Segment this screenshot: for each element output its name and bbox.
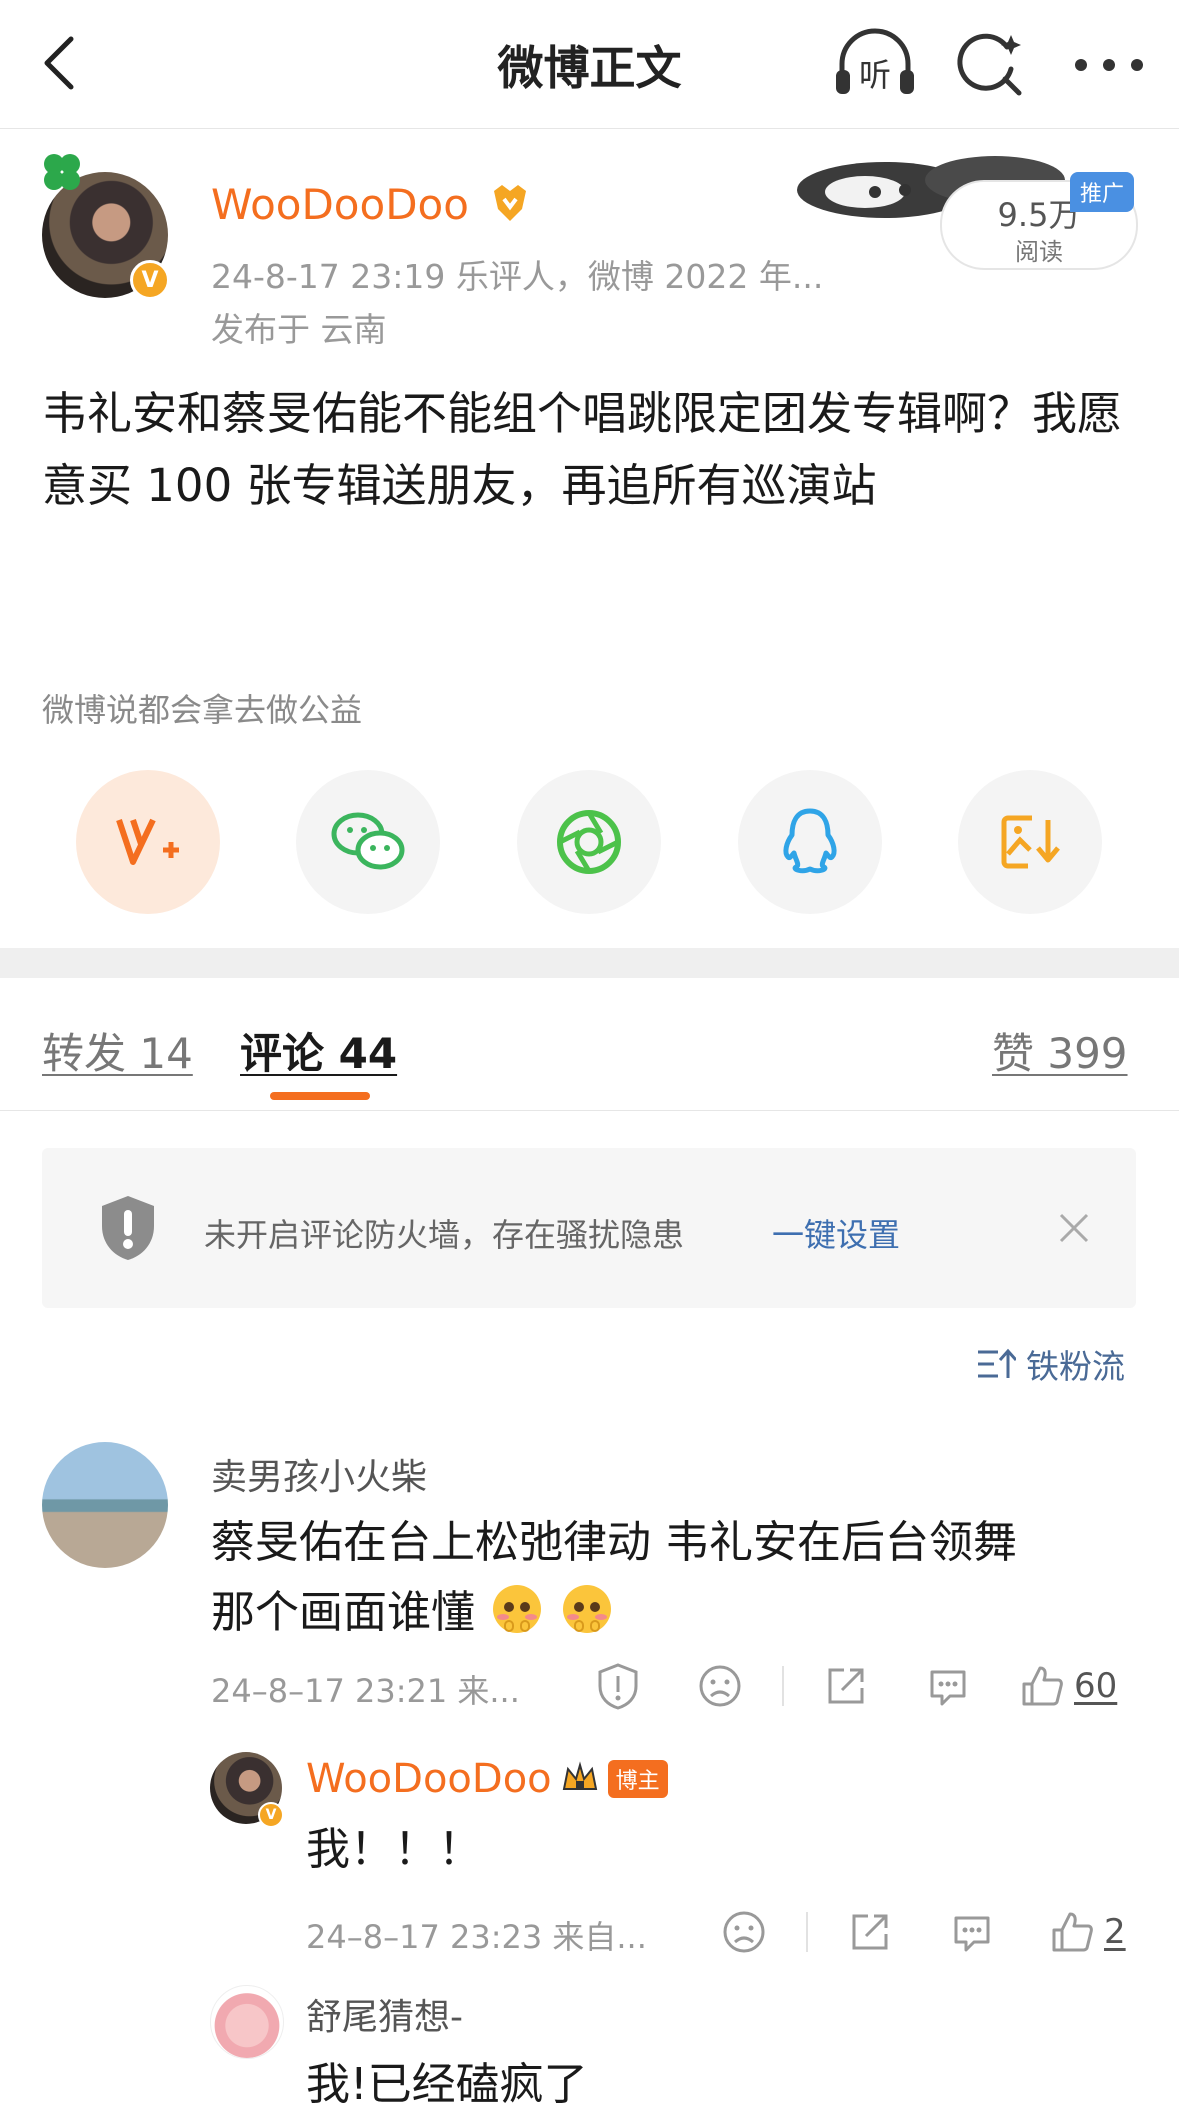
comment-text: 蔡旻佑在台上松弛律动 韦礼安在后台领舞 那个画面谁懂 [211, 1508, 1131, 1648]
like-count: 2 [1104, 1912, 1126, 1952]
close-icon[interactable] [1054, 1208, 1094, 1248]
vplus-icon [116, 818, 179, 865]
save-image-icon [1001, 815, 1060, 869]
reply-icon[interactable] [944, 1904, 1000, 1960]
tab-like-label: 赞 399 [992, 1029, 1128, 1078]
shy-face-emoji-icon [489, 1581, 545, 1637]
tab-repost[interactable]: 转发 14 [42, 1020, 193, 1081]
shield-icon [98, 1194, 158, 1262]
comment-time: 24–8–17 23:21 来... [211, 1672, 520, 1710]
reply-time: 24–8–17 23:23 来自... [306, 1918, 647, 1956]
dislike-face-icon[interactable] [692, 1658, 748, 1714]
tabs-divider [0, 1110, 1179, 1111]
reply-icon[interactable] [920, 1658, 976, 1714]
share-save-image[interactable] [958, 770, 1102, 914]
moments-icon [557, 810, 621, 874]
listen-label: 听 [859, 56, 891, 94]
blogger-tag: 博主 [607, 1760, 668, 1798]
clover-icon [40, 150, 84, 194]
dislike-face-icon[interactable] [716, 1904, 772, 1960]
notice-text: 未开启评论防火墙，存在骚扰隐患 [204, 1216, 685, 1254]
tab-comment[interactable]: 评论 44 [240, 1020, 397, 1081]
share-moments[interactable] [517, 770, 661, 914]
repost-icon[interactable] [842, 1904, 898, 1960]
thumb-up-icon [1052, 1912, 1093, 1952]
tab-repost-label: 转发 14 [42, 1029, 193, 1078]
repost-icon[interactable] [818, 1658, 874, 1714]
reply-author-name[interactable]: 舒尾猜想- [306, 1988, 463, 2040]
like-count: 60 [1074, 1666, 1118, 1706]
comment-text-line2: 那个画面谁懂 [211, 1587, 475, 1638]
post-content: 韦礼安和蔡旻佑能不能组个唱跳限定团发专辑啊？我愿意买 100 张专辑送朋友，再追… [42, 387, 1123, 512]
reply-author[interactable]: WooDooDoo 博主 [306, 1756, 668, 1802]
promo-badge[interactable]: 推广 [1070, 172, 1135, 212]
medal-icon [494, 185, 527, 221]
reply-text: 我！！！ [306, 1824, 482, 1875]
read-label: 阅读 [1015, 238, 1063, 266]
comment-text-line: 那个画面谁懂 [211, 1578, 1131, 1648]
post-meta: 24-8-17 23:19 乐评人，微博 2022 年... [211, 257, 824, 296]
author-name-text: WooDooDoo [211, 180, 469, 229]
report-icon[interactable] [590, 1658, 646, 1714]
crown-icon [562, 1761, 597, 1790]
wechat-icon [331, 812, 405, 870]
shy-face-emoji-icon [559, 1581, 615, 1637]
sort-toggle[interactable]: 铁粉流 [976, 1340, 1125, 1388]
commenter-name[interactable]: 卖男孩小火柴 [211, 1448, 427, 1500]
sort-icon [978, 1348, 1016, 1378]
notice-setup-link[interactable]: 一键设置 [772, 1210, 900, 1256]
share-qq[interactable] [738, 770, 882, 914]
reply-avatar[interactable] [210, 1985, 284, 2059]
share-row [0, 770, 1179, 914]
headphone-icon[interactable]: 听 [830, 22, 920, 102]
tab-comment-label: 评论 44 [240, 1029, 398, 1078]
action-divider [782, 1666, 784, 1706]
reply-text: 我!已经磕疯了 [306, 2059, 588, 2110]
thumb-up-icon [1022, 1666, 1063, 1706]
search-icon[interactable] [950, 24, 1030, 104]
like-button[interactable]: 60 [1020, 1656, 1140, 1716]
action-divider [806, 1912, 808, 1952]
more-icon[interactable] [1064, 30, 1154, 100]
comment-firewall-notice: 未开启评论防火墙，存在骚扰隐患 一键设置 [42, 1148, 1136, 1308]
commenter-avatar[interactable] [42, 1442, 168, 1568]
post-location: 发布于 云南 [211, 310, 387, 349]
verified-badge: V [130, 260, 170, 300]
like-button[interactable]: 2 [1050, 1902, 1150, 1962]
share-weibo-vplus[interactable] [76, 770, 220, 914]
tab-active-indicator [270, 1092, 370, 1100]
sort-label: 铁粉流 [1026, 1347, 1125, 1386]
share-wechat[interactable] [296, 770, 440, 914]
top-nav-bar: 微博正文 听 [0, 0, 1179, 129]
reply-author-name: WooDooDoo [306, 1756, 552, 1802]
tab-like[interactable]: 赞 399 [992, 1020, 1128, 1081]
reply-verified-badge: V [258, 1802, 284, 1828]
comment-text-line: 蔡旻佑在台上松弛律动 韦礼安在后台领舞 [211, 1517, 1017, 1568]
author-name[interactable]: WooDooDoo [211, 180, 532, 229]
post-note: 微博说都会拿去做公益 [42, 691, 363, 729]
qq-icon [783, 808, 837, 874]
section-divider [0, 948, 1179, 978]
